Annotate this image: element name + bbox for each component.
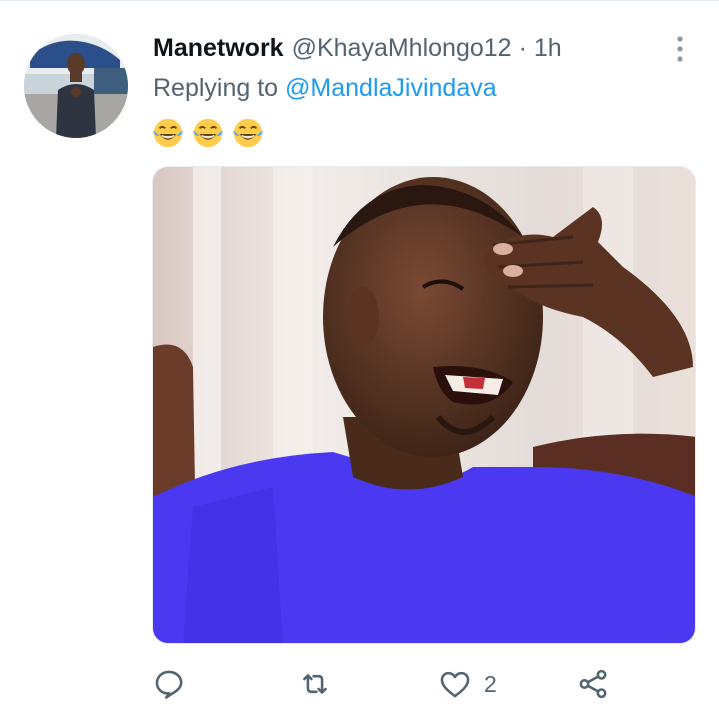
like-button[interactable]: 2 <box>438 664 497 704</box>
share-button[interactable] <box>576 664 610 704</box>
separator-dot: · <box>518 33 527 62</box>
replying-to-line: Replying to @MandlaJivindava <box>153 74 497 103</box>
tweet-text-emojis <box>151 116 265 152</box>
tweet-media-image[interactable] <box>152 166 696 644</box>
like-count: 2 <box>484 670 497 697</box>
top-divider <box>0 0 719 1</box>
more-options-icon[interactable] <box>673 34 687 64</box>
face-with-tears-of-joy-icon <box>232 118 264 148</box>
share-icon <box>579 669 607 699</box>
face-with-tears-of-joy-icon <box>192 118 224 148</box>
timestamp[interactable]: 1h <box>534 34 562 63</box>
mention-link[interactable]: @MandlaJivindava <box>285 74 497 102</box>
user-handle[interactable]: @KhayaMhlongo12 <box>292 34 512 63</box>
reply-icon <box>155 670 183 699</box>
display-name[interactable]: Manetwork <box>153 34 284 63</box>
tweet-header: Manetwork @KhayaMhlongo12 · 1h <box>153 32 562 64</box>
replying-to-label: Replying to <box>153 74 279 102</box>
retweet-icon <box>303 674 327 694</box>
photo-of-man-laughing-icon <box>153 167 695 643</box>
avatar[interactable] <box>24 34 128 138</box>
avatar-photo <box>24 34 128 138</box>
retweet-button[interactable] <box>298 664 332 704</box>
reply-button[interactable] <box>152 664 186 704</box>
heart-icon <box>440 671 470 698</box>
face-with-tears-of-joy-icon <box>152 118 184 148</box>
tweet-actions: 2 <box>152 664 712 704</box>
